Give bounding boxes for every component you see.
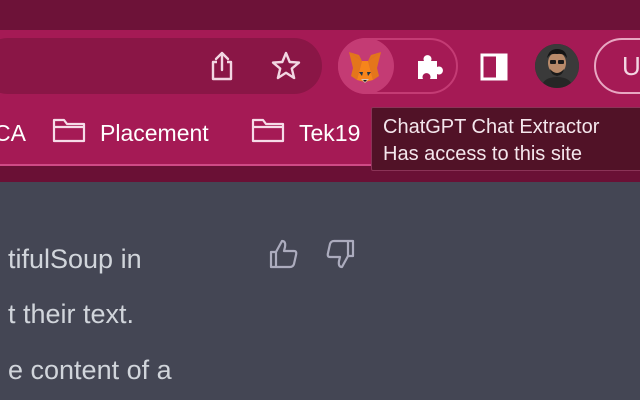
side-panel-icon[interactable] <box>478 51 510 83</box>
tooltip-title: ChatGPT Chat Extractor <box>383 116 600 138</box>
message-text-line: e content of a <box>8 355 172 385</box>
profile-button[interactable]: U <box>594 38 640 94</box>
bookmark-placement[interactable]: Placement <box>52 116 209 150</box>
bookmark-label: Placement <box>100 119 209 146</box>
browser-window: U CA Placement Tek19 tifulSoup in t thei… <box>0 0 640 400</box>
browser-toolbar: U <box>0 30 640 102</box>
bookmark-ca[interactable]: CA <box>0 116 26 150</box>
folder-icon <box>52 117 86 149</box>
message-text-line: t their text. <box>8 299 135 329</box>
share-icon[interactable] <box>204 48 240 84</box>
bookmark-label: CA <box>0 119 26 146</box>
metamask-fox-icon[interactable] <box>346 48 384 86</box>
profile-initial: U <box>622 51 640 81</box>
bookmark-tek19[interactable]: Tek19 <box>251 116 360 150</box>
avatar[interactable] <box>535 44 579 88</box>
folder-icon <box>251 117 285 149</box>
tab-strip <box>0 0 640 30</box>
extension-tooltip: ChatGPT Chat Extractor Has access to thi… <box>371 107 640 171</box>
thumbs-up-icon[interactable] <box>268 238 300 270</box>
message-text-line: tifulSoup in <box>8 244 142 274</box>
extensions-puzzle-icon[interactable] <box>412 50 446 84</box>
tooltip-subtitle: Has access to this site <box>383 143 582 165</box>
bookmark-star-icon[interactable] <box>268 48 304 84</box>
thumbs-down-icon[interactable] <box>324 238 356 270</box>
bookmark-label: Tek19 <box>299 119 361 146</box>
